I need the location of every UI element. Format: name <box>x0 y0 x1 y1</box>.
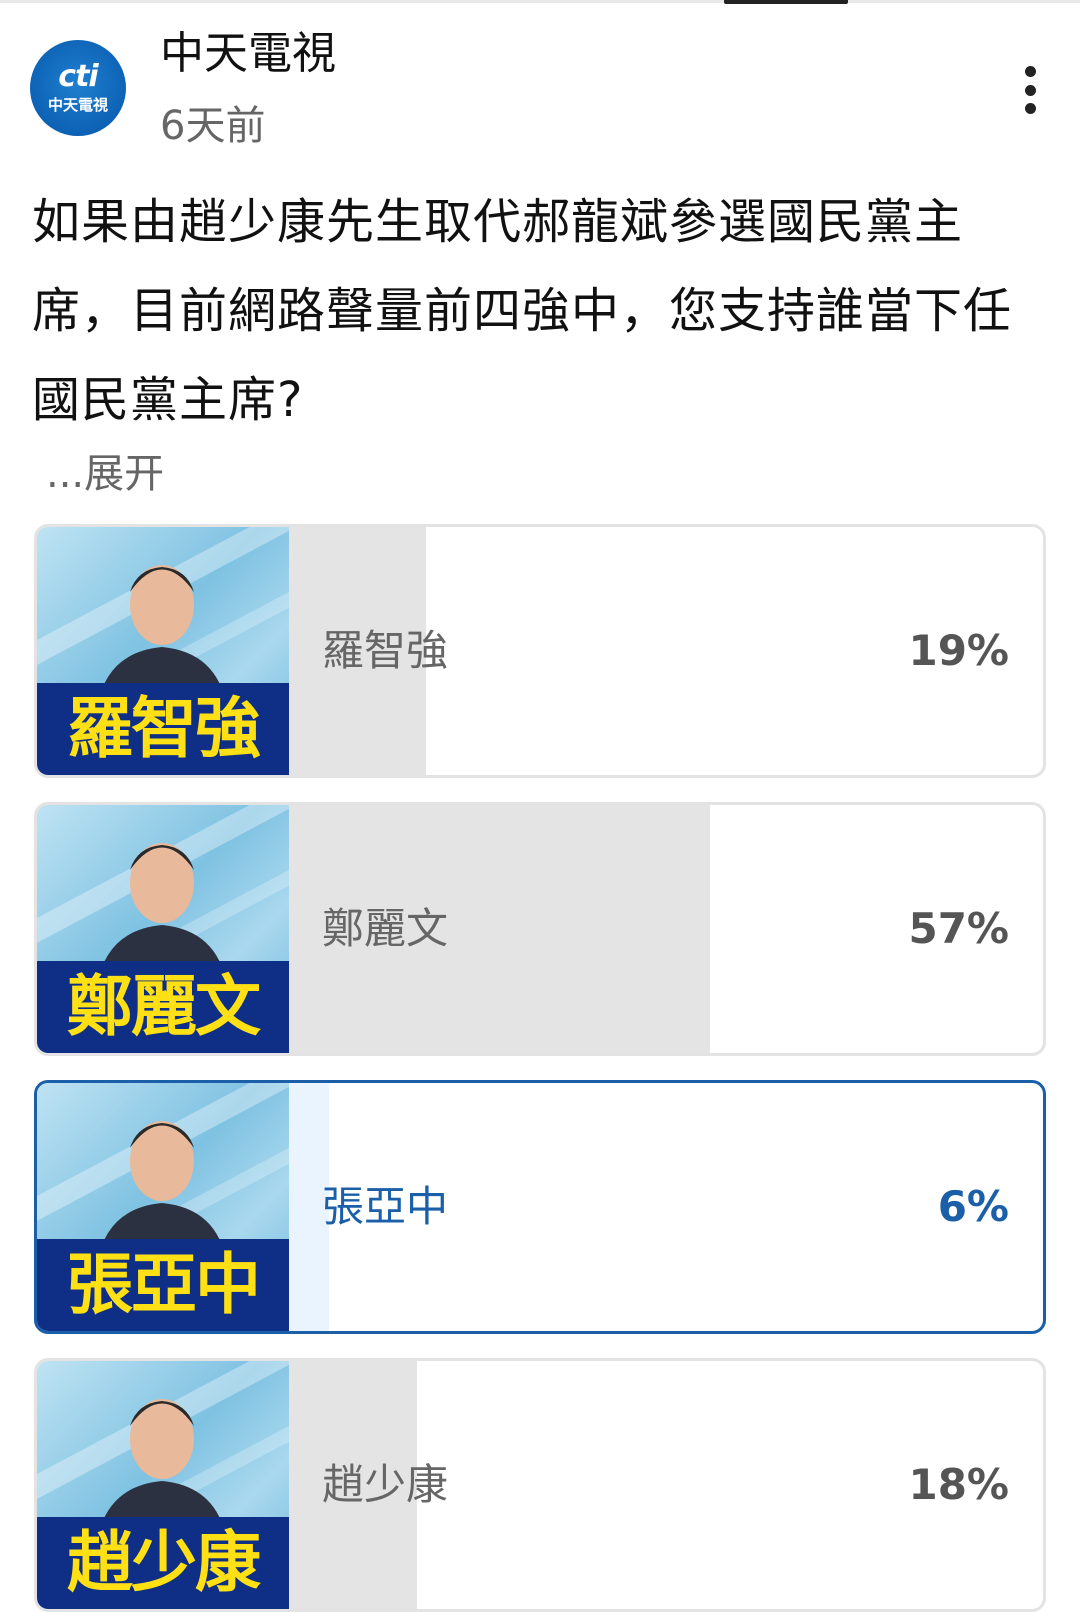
post-timestamp: 6天前 <box>160 103 266 149</box>
poll-option-label: 羅智強 <box>322 626 449 675</box>
candidate-nameplate: 張亞中 <box>37 1239 289 1331</box>
candidate-thumbnail: 張亞中 <box>37 1083 289 1331</box>
poll-option-label: 鄭麗文 <box>322 904 449 953</box>
expand-link[interactable]: ...展开 <box>46 446 164 502</box>
post-header: cti 中天電視 中天電視 6天前 <box>0 0 1080 170</box>
candidate-thumbnail: 鄭麗文 <box>37 805 289 1053</box>
channel-avatar[interactable]: cti 中天電視 <box>30 40 126 136</box>
candidate-thumbnail: 趙少康 <box>37 1361 289 1609</box>
channel-name[interactable]: 中天電視 <box>160 26 336 82</box>
poll-option[interactable]: 羅智強 羅智強 19% <box>34 524 1046 778</box>
poll-option-percent: 6% <box>937 1182 1009 1231</box>
more-vertical-icon-dot <box>1024 103 1036 114</box>
more-vertical-icon-dot <box>1024 84 1036 96</box>
more-options-button[interactable] <box>1012 66 1048 114</box>
candidate-thumbnail: 羅智強 <box>37 527 289 775</box>
poll-option-percent: 19% <box>908 626 1009 675</box>
candidate-nameplate: 鄭麗文 <box>37 961 289 1053</box>
poll-option-label: 張亞中 <box>322 1182 449 1231</box>
candidate-nameplate: 羅智強 <box>37 683 289 775</box>
poll-option-label: 趙少康 <box>322 1460 449 1509</box>
poll-question: 如果由趙少康先生取代郝龍斌參選國民黨主席，目前網路聲量前四強中，您支持誰當下任國… <box>32 194 1013 428</box>
candidate-nameplate: 趙少康 <box>37 1517 289 1609</box>
poll-option[interactable]: 鄭麗文 鄭麗文 57% <box>34 802 1046 1056</box>
poll-option-percent: 57% <box>908 904 1009 953</box>
poll-option[interactable]: 張亞中 張亞中 6% <box>34 1080 1046 1334</box>
channel-logo-subtext: 中天電視 <box>47 96 108 114</box>
channel-logo-text: cti <box>58 59 98 94</box>
more-vertical-icon <box>1024 66 1036 77</box>
poll-option-percent: 18% <box>908 1460 1009 1509</box>
poll-option[interactable]: 趙少康 趙少康 18% <box>34 1358 1046 1612</box>
